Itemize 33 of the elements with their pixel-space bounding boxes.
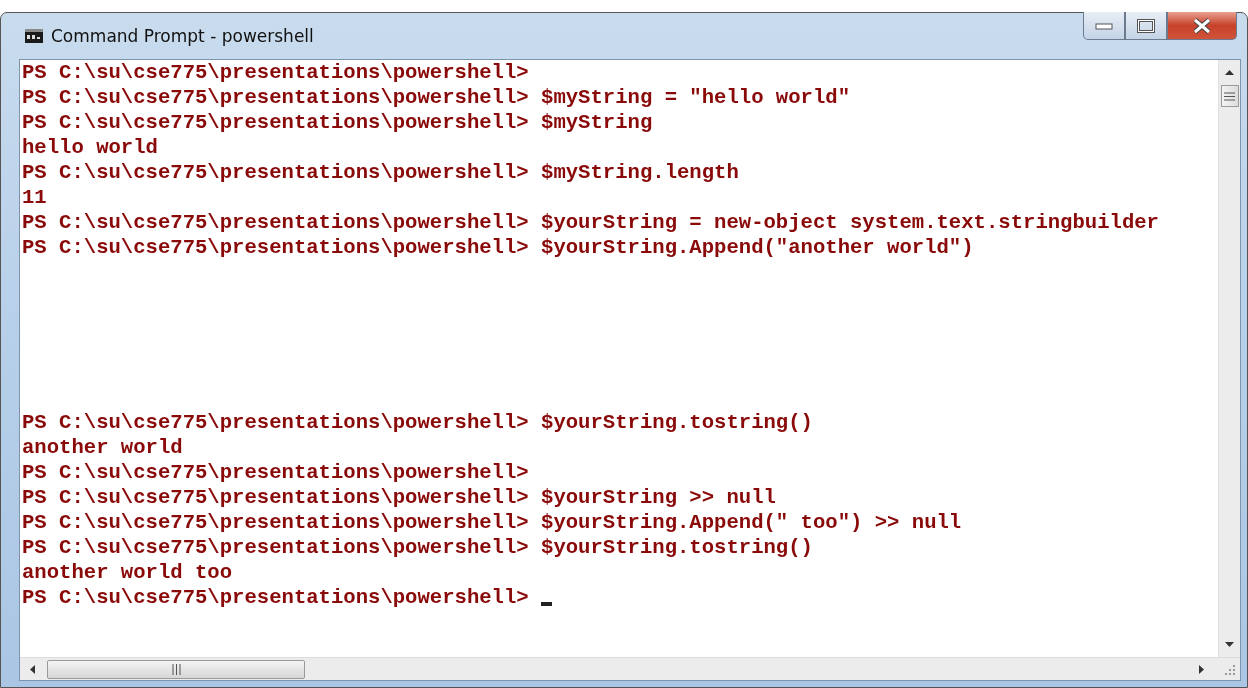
console-line: 11 xyxy=(22,185,47,210)
console-line: another world xyxy=(22,435,183,460)
scroll-right-icon[interactable] xyxy=(1199,664,1204,674)
scrollbar-thumb[interactable] xyxy=(1220,85,1239,107)
console-line: PS C:\su\cse775\presentations\powershell> $yourString.Append(" too") >> null xyxy=(22,510,962,535)
text-cursor xyxy=(541,601,553,606)
scroll-left-icon[interactable] xyxy=(30,664,35,674)
console-line: PS C:\su\cse775\presentations\powershell> $yourString.Append("another world") xyxy=(22,235,974,260)
console-line: PS C:\su\cse775\presentations\powershell> xyxy=(22,60,529,85)
console-line: PS C:\su\cse775\presentations\powershell> xyxy=(22,460,529,485)
console-line: PS C:\su\cse775\presentations\powershell> $yourString >> null xyxy=(22,485,776,510)
scroll-down-icon[interactable] xyxy=(1225,642,1234,647)
vertical-scrollbar[interactable] xyxy=(1218,60,1240,657)
minimize-icon xyxy=(1095,21,1113,30)
scroll-up-icon[interactable] xyxy=(1225,70,1234,75)
window-title: Command Prompt - powershell xyxy=(51,26,314,46)
maximize-button[interactable] xyxy=(1125,12,1167,40)
console-line: PS C:\su\cse775\presentations\powershell> $yourString = new-object system.text.stringbuilder xyxy=(22,210,1159,235)
console-line: PS C:\su\cse775\presentations\powershell> $yourString.tostring() xyxy=(22,410,813,435)
console-line: PS C:\su\cse775\presentations\powershell> $myString.length xyxy=(22,160,739,185)
console-line: PS C:\su\cse775\presentations\powershell> xyxy=(22,585,530,610)
console-line: PS C:\su\cse775\presentations\powershell> $myString = "hello world" xyxy=(22,85,850,110)
minimize-button[interactable] xyxy=(1083,12,1125,40)
close-icon xyxy=(1192,17,1212,34)
close-button[interactable] xyxy=(1167,12,1237,40)
maximize-icon xyxy=(1137,18,1155,33)
console-line: hello world xyxy=(22,135,158,160)
resize-grip-icon[interactable] xyxy=(1224,664,1236,676)
console-line: another world too xyxy=(22,560,233,585)
scrollbar-thumb[interactable] xyxy=(47,659,305,679)
console-line: PS C:\su\cse775\presentations\powershell> $myString xyxy=(22,110,653,135)
console-line: PS C:\su\cse775\presentations\powershell> $yourString.tostring() xyxy=(22,535,813,560)
console-icon xyxy=(25,29,43,43)
